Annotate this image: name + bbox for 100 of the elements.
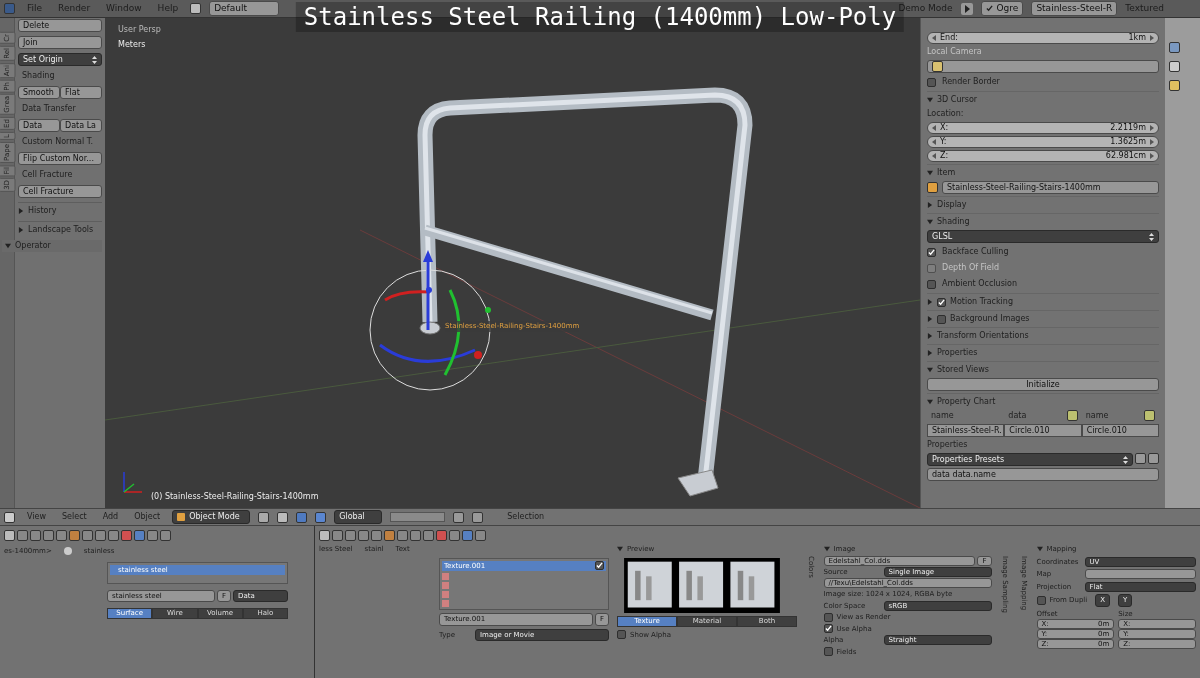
shelf-button[interactable]: Data La bbox=[60, 119, 102, 132]
preset-dropdown[interactable]: Properties Presets bbox=[927, 453, 1133, 466]
context-icon[interactable] bbox=[95, 530, 106, 541]
snap-icon[interactable] bbox=[453, 511, 465, 523]
context-icon[interactable] bbox=[332, 530, 343, 541]
collapsed-arrow-icon[interactable] bbox=[927, 350, 933, 356]
checkbox[interactable] bbox=[823, 624, 833, 634]
increment-arrow-icon[interactable] bbox=[1150, 125, 1154, 131]
checkbox[interactable] bbox=[927, 77, 936, 87]
increment-arrow-icon[interactable] bbox=[1150, 35, 1154, 41]
layout-icon[interactable] bbox=[190, 3, 202, 14]
checkbox[interactable] bbox=[617, 630, 626, 640]
value-field[interactable]: X: 2.2119m bbox=[927, 122, 1159, 134]
engine-dropdown[interactable]: Ogre bbox=[980, 0, 1024, 17]
checkbox[interactable] bbox=[927, 279, 936, 289]
section-header[interactable]: Background Images bbox=[950, 313, 1030, 325]
section-header[interactable]: Property Chart bbox=[937, 396, 996, 408]
section-header[interactable]: Item bbox=[937, 167, 956, 179]
name-field[interactable]: data data.name bbox=[927, 468, 1159, 481]
context-icon[interactable] bbox=[108, 530, 119, 541]
context-icon[interactable] bbox=[17, 530, 28, 541]
map-field[interactable] bbox=[1084, 569, 1196, 579]
manipulator-icon[interactable] bbox=[296, 511, 308, 523]
collapsed-arrow-icon[interactable] bbox=[927, 316, 933, 322]
shelf-dropdown[interactable]: Set Origin bbox=[18, 53, 102, 66]
checkbox[interactable] bbox=[1036, 595, 1046, 605]
expanded-arrow-icon[interactable] bbox=[927, 367, 933, 373]
section-header[interactable]: Display bbox=[937, 199, 967, 211]
section-header[interactable]: Stored Views bbox=[937, 364, 989, 376]
shelf-button[interactable]: Smooth bbox=[18, 86, 60, 99]
shelf-button[interactable]: Flat bbox=[60, 86, 102, 99]
collapsed-arrow-icon[interactable] bbox=[18, 208, 24, 214]
section-header[interactable]: Landscape Tools bbox=[28, 224, 94, 236]
editor-type-icon[interactable] bbox=[4, 530, 15, 541]
expanded-arrow-icon[interactable] bbox=[1036, 546, 1043, 553]
shelf-button[interactable]: Delete bbox=[18, 19, 102, 32]
scene-field[interactable]: Stainless-Steel-R bbox=[1031, 0, 1118, 17]
collapsed-arrow-icon[interactable] bbox=[927, 333, 933, 339]
context-icon[interactable] bbox=[160, 530, 171, 541]
section-header[interactable]: Properties bbox=[937, 347, 978, 359]
context-icon[interactable] bbox=[43, 530, 54, 541]
expanded-arrow-icon[interactable] bbox=[927, 97, 933, 103]
context-icon[interactable] bbox=[384, 530, 395, 541]
initialize-button[interactable]: Initialize bbox=[927, 378, 1159, 391]
camera-icon[interactable] bbox=[1169, 61, 1180, 72]
context-icon[interactable] bbox=[358, 530, 369, 541]
context-icon[interactable] bbox=[371, 530, 382, 541]
shelf-button[interactable]: Data bbox=[18, 119, 60, 132]
menu-item[interactable]: View bbox=[23, 511, 50, 523]
section-header[interactable]: 3D Cursor bbox=[937, 94, 978, 106]
layout-field[interactable]: Default bbox=[209, 0, 280, 17]
orientation-dropdown[interactable]: Global bbox=[334, 510, 383, 524]
context-icon[interactable] bbox=[82, 530, 93, 541]
render-icon[interactable] bbox=[472, 511, 484, 523]
expanded-arrow-icon[interactable] bbox=[823, 546, 830, 553]
context-icon[interactable] bbox=[121, 530, 132, 541]
collapsed-arrow-icon[interactable] bbox=[927, 202, 933, 208]
checkbox-label[interactable]: Ambient Occlusion bbox=[942, 278, 1017, 290]
value-field[interactable]: Z: 62.981cm bbox=[927, 150, 1159, 162]
menu-item[interactable]: Object bbox=[130, 511, 165, 523]
increment-arrow-icon[interactable] bbox=[1150, 153, 1154, 159]
dropdown[interactable]: GLSL bbox=[927, 230, 1159, 243]
camera-picker[interactable] bbox=[927, 60, 1159, 73]
remove-icon[interactable] bbox=[1148, 453, 1159, 464]
checkbox[interactable] bbox=[823, 612, 833, 622]
context-icon[interactable] bbox=[475, 530, 486, 541]
clipboard-icon[interactable] bbox=[1066, 410, 1078, 421]
section-header[interactable]: Shading bbox=[937, 216, 970, 228]
lamp-icon[interactable] bbox=[1169, 80, 1180, 91]
expanded-arrow-icon[interactable] bbox=[927, 399, 933, 405]
shading-icon[interactable] bbox=[258, 511, 270, 523]
context-icon[interactable] bbox=[147, 530, 158, 541]
checkbox-label[interactable]: Render Border bbox=[942, 76, 1000, 88]
context-icon[interactable] bbox=[69, 530, 80, 541]
clipboard-icon[interactable] bbox=[1144, 410, 1155, 421]
context-icon[interactable] bbox=[56, 530, 67, 541]
checkbox[interactable] bbox=[595, 561, 604, 571]
menu-item[interactable]: Select bbox=[58, 511, 91, 523]
checkbox[interactable] bbox=[927, 247, 936, 257]
value-field[interactable]: End: 1km bbox=[927, 32, 1159, 44]
decrement-arrow-icon[interactable] bbox=[932, 153, 936, 159]
checkbox[interactable] bbox=[937, 297, 946, 307]
expanded-arrow-icon[interactable] bbox=[617, 546, 623, 553]
context-icon[interactable] bbox=[397, 530, 408, 541]
expanded-arrow-icon[interactable] bbox=[927, 219, 933, 225]
pivot-icon[interactable] bbox=[277, 511, 289, 523]
context-icon[interactable] bbox=[449, 530, 460, 541]
expanded-arrow-icon[interactable] bbox=[927, 170, 933, 176]
context-icon[interactable] bbox=[436, 530, 447, 541]
expanded-arrow-icon[interactable] bbox=[5, 243, 11, 249]
object-icon[interactable] bbox=[927, 182, 938, 193]
section-header[interactable]: Motion Tracking bbox=[950, 296, 1013, 308]
scene-icon[interactable] bbox=[1169, 42, 1180, 53]
collapsed-arrow-icon[interactable] bbox=[18, 227, 24, 233]
section-header[interactable]: History bbox=[28, 205, 57, 217]
collapsed-arrow-icon[interactable] bbox=[927, 299, 933, 305]
layers-icon[interactable] bbox=[390, 512, 446, 522]
table-cell[interactable]: Stainless-Steel-R. bbox=[927, 424, 1005, 437]
checkbox-label[interactable]: Backface Culling bbox=[942, 246, 1009, 258]
mode-dropdown[interactable]: Object Mode bbox=[172, 510, 251, 524]
